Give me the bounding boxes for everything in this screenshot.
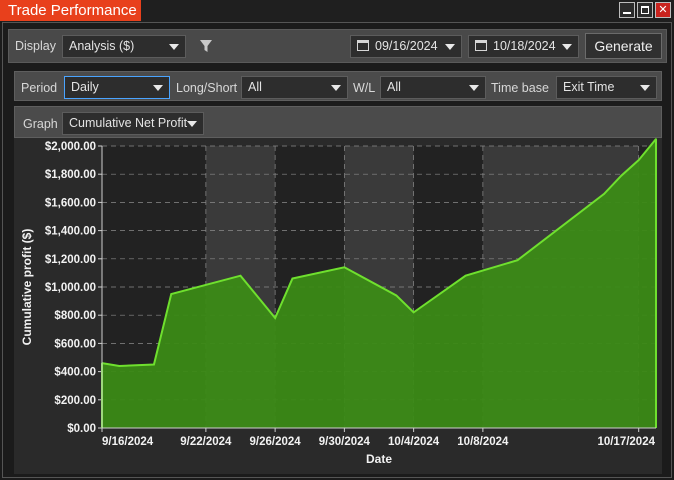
long-short-value: All: [248, 80, 262, 94]
minimize-button[interactable]: [619, 2, 635, 18]
chevron-down-icon: [153, 85, 163, 91]
generate-button[interactable]: Generate: [585, 33, 662, 59]
filter-icon[interactable]: [199, 39, 213, 53]
y-tick-label: $2,000.00: [45, 141, 96, 153]
data-point: [620, 174, 623, 177]
start-date-picker[interactable]: 09/16/2024: [350, 35, 462, 58]
data-point: [118, 365, 121, 367]
period-label: Period: [21, 81, 58, 95]
top-toolbar: Display Analysis ($) 09/16/2024 10/18/20…: [8, 29, 667, 63]
data-point: [170, 293, 173, 295]
x-tick-label: 9/30/2024: [319, 436, 371, 448]
y-tick-label: $1,800.00: [45, 169, 96, 181]
chevron-down-icon: [169, 44, 179, 50]
y-tick-label: $600.00: [54, 338, 96, 350]
y-tick-label: $1,200.00: [45, 254, 96, 266]
chevron-down-icon: [445, 44, 455, 50]
x-tick-label: 9/26/2024: [250, 436, 302, 448]
wl-select[interactable]: All: [380, 76, 486, 99]
display-select[interactable]: Analysis ($): [62, 35, 186, 58]
y-tick-label: $800.00: [54, 310, 96, 322]
data-point: [239, 274, 242, 277]
y-tick-label: $400.00: [54, 367, 96, 379]
period-value: Daily: [71, 80, 99, 94]
y-tick-label: $0.00: [67, 423, 96, 435]
window-title: Trade Performance: [0, 0, 141, 21]
graph-value: Cumulative Net Profit: [69, 116, 188, 130]
period-select[interactable]: Daily: [64, 76, 170, 99]
data-point: [637, 159, 640, 161]
cumulative-profit-chart: $0.00 $200.00 $400.00 $600.00 $800.00 $1,000.…: [20, 138, 657, 466]
end-date-picker[interactable]: 10/18/2024: [468, 35, 579, 58]
wl-value: All: [387, 80, 401, 94]
y-tick-label: $1,000.00: [45, 282, 96, 294]
time-base-select[interactable]: Exit Time: [556, 76, 657, 99]
data-point: [395, 294, 398, 297]
data-point: [412, 311, 415, 314]
chevron-down-icon: [640, 85, 650, 91]
data-point: [516, 259, 519, 262]
graph-bar: Graph Cumulative Net Profit: [14, 106, 662, 138]
wl-label: W/L: [353, 81, 376, 95]
x-tick-label: 10/8/2024: [457, 436, 509, 448]
graph-label: Graph: [23, 117, 58, 131]
x-axis-title: Date: [366, 452, 392, 466]
y-tick-label: $1,400.00: [45, 226, 96, 238]
data-point: [343, 266, 346, 269]
x-tick-label: 9/16/2024: [102, 436, 154, 448]
display-label: Display: [15, 39, 56, 53]
filter-bar: Period Daily Long/Short All W/L All Time…: [14, 71, 662, 101]
maximize-button[interactable]: [637, 2, 653, 18]
x-tick-label: 9/22/2024: [180, 436, 232, 448]
calendar-icon: [475, 40, 487, 51]
data-point: [291, 277, 294, 280]
graph-select[interactable]: Cumulative Net Profit: [62, 112, 204, 135]
y-tick-label: $200.00: [54, 395, 96, 407]
y-tick-label: $1,600.00: [45, 197, 96, 209]
chevron-down-icon: [331, 85, 341, 91]
time-base-value: Exit Time: [563, 80, 615, 94]
long-short-label: Long/Short: [176, 81, 238, 95]
chevron-down-icon: [562, 44, 572, 50]
x-tick-label: 10/4/2024: [388, 436, 440, 448]
data-point: [153, 363, 155, 366]
close-button[interactable]: ✕: [655, 2, 671, 18]
data-point: [274, 317, 276, 319]
data-point: [603, 193, 605, 195]
data-point: [655, 138, 657, 140]
title-bar: Trade Performance ✕: [0, 0, 674, 22]
x-tick-label: 10/17/2024: [597, 436, 655, 448]
close-icon: ✕: [658, 4, 668, 16]
minimize-icon: [623, 12, 631, 14]
data-point: [464, 274, 467, 277]
long-short-select[interactable]: All: [241, 76, 348, 99]
end-date-value: 10/18/2024: [493, 39, 556, 53]
chart-panel: $0.00 $200.00 $400.00 $600.00 $800.00 $1,000.…: [14, 138, 662, 474]
chevron-down-icon: [187, 121, 197, 127]
time-base-label: Time base: [491, 81, 549, 95]
maximize-icon: [641, 6, 649, 14]
start-date-value: 09/16/2024: [375, 39, 438, 53]
calendar-icon: [357, 40, 369, 51]
display-value: Analysis ($): [69, 39, 135, 53]
y-axis-title: Cumulative profit ($): [20, 229, 34, 346]
chevron-down-icon: [469, 85, 479, 91]
